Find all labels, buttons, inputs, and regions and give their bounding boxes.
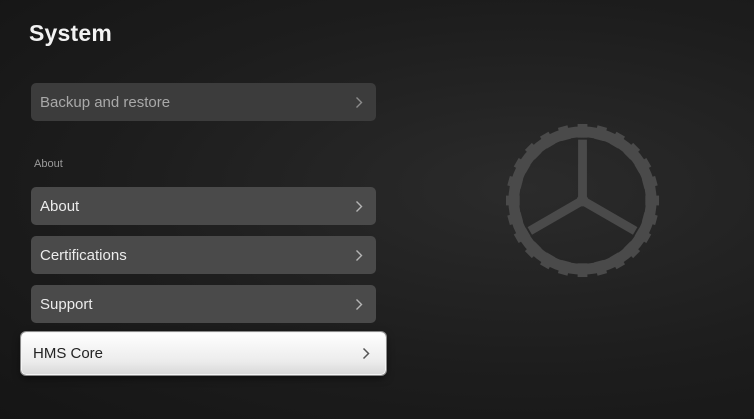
menu-item-label: About xyxy=(40,197,80,215)
menu-item-certifications[interactable]: Certifications xyxy=(31,236,376,274)
menu-item-label: Certifications xyxy=(40,246,127,264)
gear-icon xyxy=(505,123,660,278)
page-title: System xyxy=(29,20,113,46)
chevron-right-icon xyxy=(354,199,364,213)
menu-item-backup-and-restore[interactable]: Backup and restore xyxy=(31,83,376,121)
chevron-right-icon xyxy=(354,297,364,311)
menu-item-about[interactable]: About xyxy=(31,187,376,225)
section-header-about: About xyxy=(34,158,63,170)
menu-item-label: Backup and restore xyxy=(40,93,171,111)
chevron-right-icon xyxy=(361,347,371,361)
menu-item-support[interactable]: Support xyxy=(31,285,376,323)
chevron-right-icon xyxy=(354,95,364,109)
chevron-right-icon xyxy=(354,248,364,262)
menu-item-label: Support xyxy=(40,295,93,313)
menu-item-label: HMS Core xyxy=(33,345,104,362)
menu-item-hms-core[interactable]: HMS Core xyxy=(21,332,386,375)
